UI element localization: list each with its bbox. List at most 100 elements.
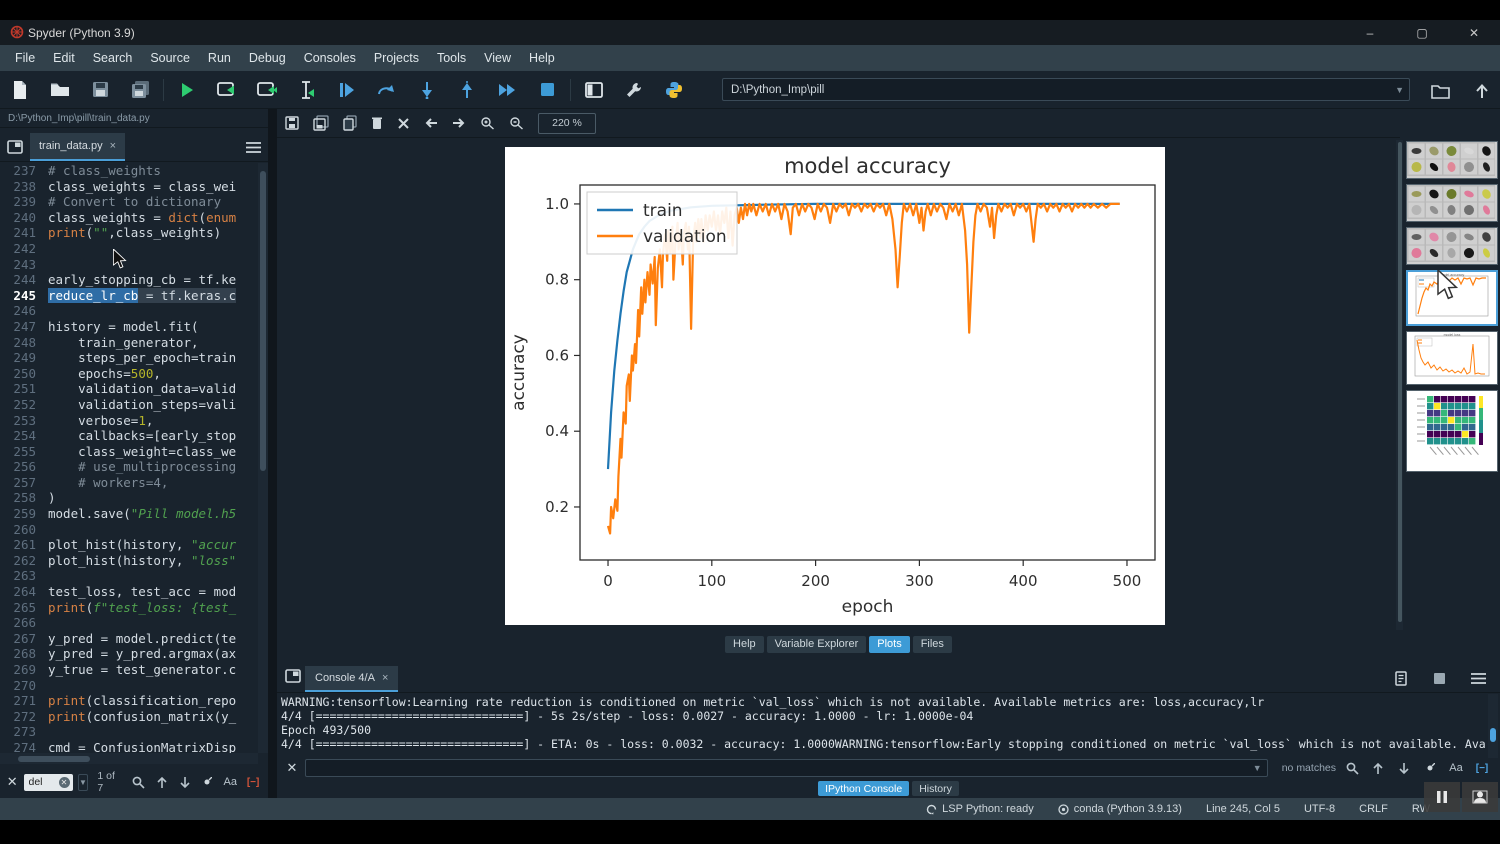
highlight-matches-icon[interactable] [198, 777, 216, 787]
previous-plot-icon[interactable] [424, 117, 438, 129]
debug-icon[interactable] [327, 75, 367, 105]
console-scrollbar[interactable] [1488, 694, 1498, 758]
code-line-243[interactable]: 243 [0, 257, 258, 273]
save-icon[interactable] [80, 75, 120, 105]
code-line-237[interactable]: 237# class_weights [0, 163, 258, 179]
code-line-252[interactable]: 252 validation_steps=vali [0, 397, 258, 413]
editor-options-menu-icon[interactable] [238, 133, 268, 161]
menu-view[interactable]: View [475, 47, 520, 69]
tab-close-icon[interactable]: × [110, 140, 116, 152]
code-line-244[interactable]: 244early_stopping_cb = tf.ke [0, 272, 258, 288]
search-icon[interactable] [1342, 762, 1362, 775]
step-return-icon[interactable] [447, 75, 487, 105]
console-output[interactable]: WARNING:tensorflow:Learning rate reducti… [281, 696, 1486, 757]
thumbnail-pill-grid-1[interactable] [1406, 141, 1498, 179]
zoom-out-icon[interactable] [509, 116, 524, 130]
console-panel-tab-history[interactable]: History [912, 781, 959, 796]
code-line-256[interactable]: 256 # use_multiprocessing [0, 459, 258, 475]
code-line-269[interactable]: 269y_true = test_generator.c [0, 662, 258, 678]
console-options-menu-icon[interactable] [1471, 673, 1486, 684]
chevron-down-icon[interactable]: ▼ [1248, 763, 1267, 773]
console-tab[interactable]: Console 4/A × [305, 666, 398, 692]
step-over-icon[interactable] [367, 75, 407, 105]
highlight-matches-icon[interactable] [1420, 763, 1440, 773]
editor-vertical-scrollbar[interactable] [258, 163, 268, 753]
clear-search-icon[interactable]: ✕ [59, 777, 70, 788]
run-cell-icon[interactable] [207, 75, 247, 105]
code-line-250[interactable]: 250 epochs=500, [0, 366, 258, 382]
code-line-254[interactable]: 254 callbacks=[early_stop [0, 428, 258, 444]
code-line-248[interactable]: 248 train_generator, [0, 335, 258, 351]
chevron-down-icon[interactable]: ▼ [1390, 85, 1409, 95]
case-sensitive-icon[interactable]: Aa [221, 776, 239, 788]
code-editor[interactable]: 237# class_weights238class_weights = cla… [0, 163, 258, 753]
thumbnail-pill-grid-2[interactable] [1406, 184, 1498, 222]
code-line-240[interactable]: 240class_weights = dict(enum [0, 210, 258, 226]
minimize-button[interactable]: – [1344, 20, 1396, 45]
menu-projects[interactable]: Projects [365, 47, 428, 69]
plots-scrollbar[interactable] [1396, 140, 1403, 630]
continue-icon[interactable] [487, 75, 527, 105]
code-line-257[interactable]: 257 # workers=4, [0, 475, 258, 491]
interrupt-kernel-icon[interactable] [1434, 673, 1445, 684]
new-file-icon[interactable] [0, 75, 40, 105]
editor-search-input[interactable] [27, 775, 59, 789]
menu-tools[interactable]: Tools [428, 47, 475, 69]
run-selection-icon[interactable] [287, 75, 327, 105]
stop-icon[interactable] [527, 75, 567, 105]
find-next-icon[interactable] [1394, 762, 1414, 775]
find-next-icon[interactable] [176, 776, 194, 789]
code-line-238[interactable]: 238class_weights = class_wei [0, 179, 258, 195]
find-previous-icon[interactable] [153, 776, 171, 789]
open-file-icon[interactable] [40, 75, 80, 105]
code-line-261[interactable]: 261plot_hist(history, "accur [0, 537, 258, 553]
code-line-267[interactable]: 267y_pred = model.predict(te [0, 631, 258, 647]
remove-all-plots-icon[interactable] [397, 117, 410, 130]
pane-splitter[interactable] [268, 109, 277, 798]
search-history-dropdown-icon[interactable]: ▼ [78, 774, 89, 791]
code-line-265[interactable]: 265print(f"test_loss: {test_ [0, 600, 258, 616]
save-all-plots-icon[interactable] [313, 115, 329, 131]
code-line-264[interactable]: 264test_loss, test_acc = mod [0, 584, 258, 600]
thumbnail-loss-plot[interactable]: model loss [1406, 331, 1498, 385]
code-line-242[interactable]: 242 [0, 241, 258, 257]
save-all-icon[interactable] [120, 75, 160, 105]
code-line-247[interactable]: 247history = model.fit( [0, 319, 258, 335]
code-line-270[interactable]: 270 [0, 678, 258, 694]
panel-tab-files[interactable]: Files [913, 636, 952, 653]
thumbnail-confusion-matrix[interactable] [1406, 390, 1498, 472]
code-line-268[interactable]: 268y_pred = y_pred.argmax(ax [0, 646, 258, 662]
step-into-icon[interactable] [407, 75, 447, 105]
code-line-245[interactable]: 245reduce_lr_cb = tf.keras.c [0, 288, 258, 304]
run-cell-advance-icon[interactable] [247, 75, 287, 105]
code-line-251[interactable]: 251 validation_data=valid [0, 381, 258, 397]
regex-icon[interactable]: [−] [244, 777, 262, 788]
code-line-274[interactable]: 274cmd = ConfusionMatrixDisp [0, 740, 258, 753]
code-line-273[interactable]: 273 [0, 724, 258, 740]
copy-plot-icon[interactable] [343, 115, 357, 131]
menu-edit[interactable]: Edit [44, 47, 84, 69]
code-line-272[interactable]: 272print(confusion_matrix(y_ [0, 709, 258, 725]
code-line-239[interactable]: 239# Convert to dictionary [0, 194, 258, 210]
menu-search[interactable]: Search [84, 47, 142, 69]
code-line-246[interactable]: 246 [0, 303, 258, 319]
console-search-input[interactable]: ▼ [305, 759, 1268, 777]
run-icon[interactable] [167, 75, 207, 105]
code-line-258[interactable]: 258) [0, 490, 258, 506]
save-plot-icon[interactable] [285, 116, 299, 130]
menu-help[interactable]: Help [520, 47, 564, 69]
search-icon[interactable] [130, 776, 148, 789]
parent-directory-icon[interactable] [1462, 76, 1500, 106]
menu-consoles[interactable]: Consoles [295, 47, 365, 69]
panel-tab-plots[interactable]: Plots [869, 636, 909, 653]
next-plot-icon[interactable] [452, 117, 466, 129]
preferences-icon[interactable] [614, 75, 654, 105]
code-line-271[interactable]: 271print(classification_repo [0, 693, 258, 709]
working-directory-input[interactable] [723, 83, 1390, 97]
thumbnail-pill-grid-3[interactable] [1406, 227, 1498, 265]
menu-file[interactable]: File [6, 47, 44, 69]
menu-run[interactable]: Run [199, 47, 240, 69]
code-line-259[interactable]: 259model.save("Pill model.h5 [0, 506, 258, 522]
browse-tabs-icon[interactable] [285, 669, 301, 683]
console-panel-tab-ipython-console[interactable]: IPython Console [818, 781, 909, 796]
